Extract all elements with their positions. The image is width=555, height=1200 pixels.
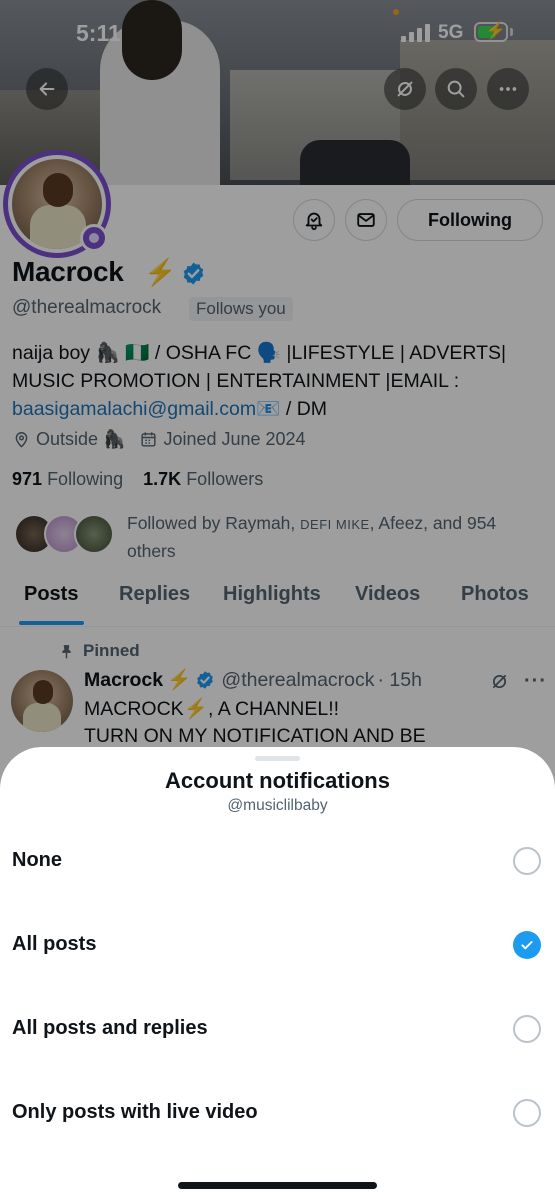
option-label: None [12,849,62,871]
radio-unchecked-icon[interactable] [513,1099,541,1127]
radio-unchecked-icon[interactable] [513,1015,541,1043]
home-indicator[interactable] [178,1182,377,1189]
option-all-posts[interactable]: All posts [0,911,555,981]
option-all-posts-and-replies[interactable]: All posts and replies [0,995,555,1065]
sheet-grabber[interactable] [255,756,300,761]
sheet-title: Account notifications [165,768,390,793]
radio-checked-icon[interactable] [513,931,541,959]
option-live-video[interactable]: Only posts with live video [0,1079,555,1149]
account-notifications-sheet: Account notifications @musiclilbaby None… [0,747,555,1200]
option-label: Only posts with live video [12,1101,258,1123]
radio-unchecked-icon[interactable] [513,847,541,875]
option-label: All posts and replies [12,1017,208,1039]
sheet-subtitle: @musiclilbaby [227,797,328,814]
option-label: All posts [12,933,97,955]
option-none[interactable]: None [0,827,555,897]
